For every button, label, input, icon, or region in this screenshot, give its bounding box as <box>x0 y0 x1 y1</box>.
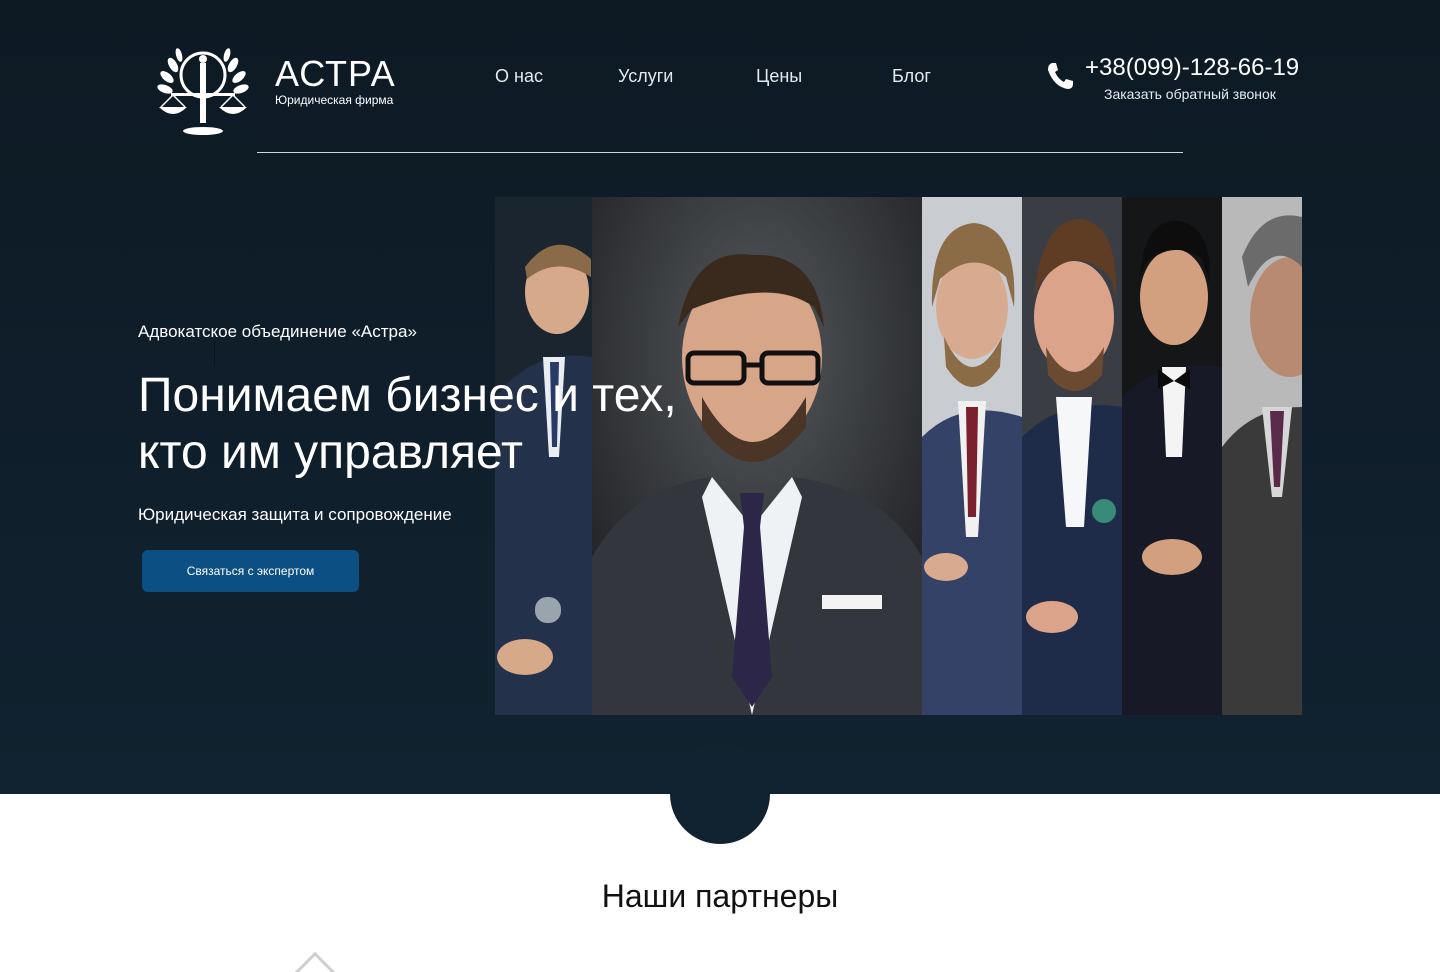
lawyer-photo-6 <box>1222 197 1302 715</box>
contact-expert-button[interactable]: Связаться с экспертом <box>142 550 359 592</box>
nav-item-blog[interactable]: Блог <box>892 66 931 87</box>
callback-link[interactable]: Заказать обратный звонок <box>1104 86 1276 102</box>
scroll-down-circle[interactable] <box>670 744 770 844</box>
hero-section: АСТРА Юридическая фирма О нас Услуги Цен… <box>0 0 1440 794</box>
phone-block: +38(099)-128-66-19 Заказать обратный зво… <box>1044 54 1304 108</box>
hero-headline: Понимаем бизнес и тех, кто им управляет <box>138 367 758 481</box>
phone-icon[interactable] <box>1044 60 1076 92</box>
scales-of-justice-icon <box>157 48 249 135</box>
nav-item-about[interactable]: О нас <box>495 66 543 87</box>
eyebrow-divider <box>214 342 215 366</box>
logo[interactable]: АСТРА Юридическая фирма <box>155 45 395 140</box>
partners-title: Наши партнеры <box>601 878 839 914</box>
nav-item-services[interactable]: Услуги <box>618 66 673 87</box>
brand-tagline: Юридическая фирма <box>275 93 394 107</box>
lawyer-photo-3 <box>922 197 1022 715</box>
phone-number[interactable]: +38(099)-128-66-19 <box>1085 54 1299 82</box>
hero-headline-line-1: Понимаем бизнес и тех, <box>138 369 677 422</box>
nav-item-prices[interactable]: Цены <box>756 66 802 87</box>
hero-headline-line-2: кто им управляет <box>138 426 524 479</box>
hero-eyebrow: Адвокатское объединение «Астра» <box>138 322 417 341</box>
header-divider <box>257 152 1183 153</box>
brand-name: АСТРА <box>275 53 396 94</box>
hero-subhead: Юридическая защита и сопровождение <box>138 505 452 524</box>
lawyer-photo-4 <box>1022 197 1122 715</box>
lawyer-photo-5 <box>1122 197 1222 715</box>
partner-logo-partial <box>293 951 337 972</box>
